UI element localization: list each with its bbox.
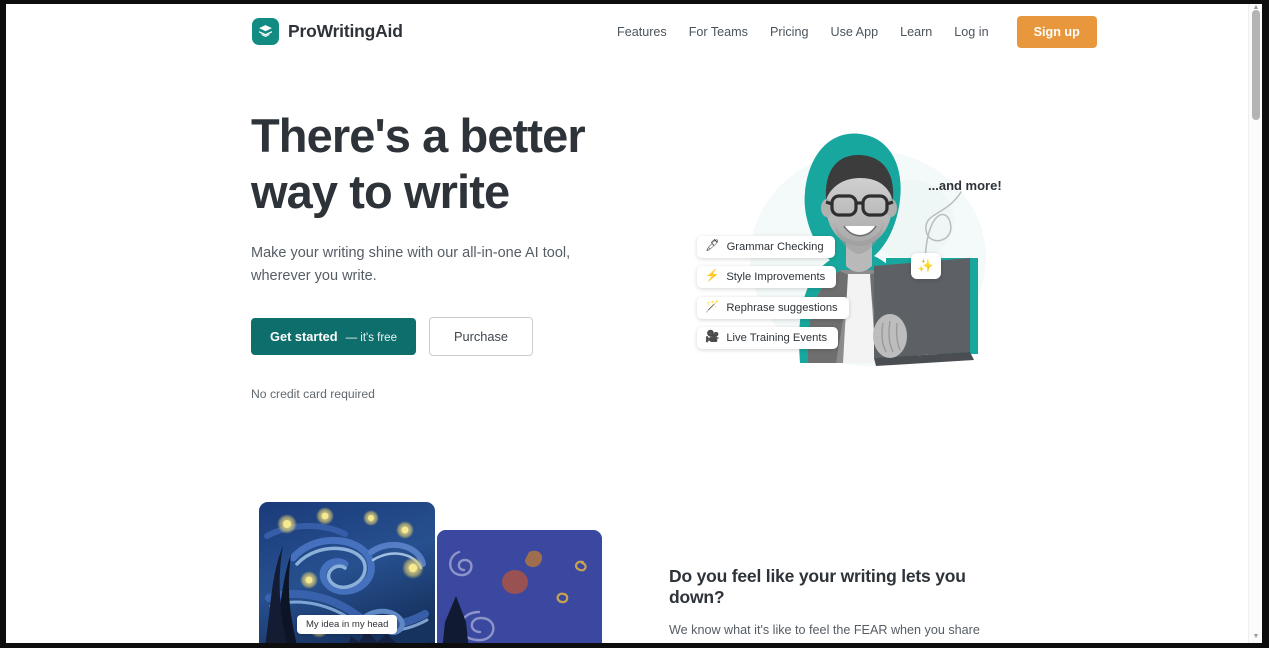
get-started-button[interactable]: Get started — it's free <box>251 318 416 355</box>
page-title: There's a better way to write <box>251 108 631 220</box>
nav-item-features[interactable]: Features <box>606 17 678 47</box>
brand-name: ProWritingAid <box>288 21 403 41</box>
browser-window: ProWritingAid Features For Teams Pricing… <box>0 0 1269 648</box>
flat-drawing-panel <box>437 530 602 643</box>
brand-logo[interactable]: ProWritingAid <box>252 18 403 45</box>
hero-title-line-1: There's a better <box>251 109 586 162</box>
comparison-artwork: My idea in my head <box>252 502 602 643</box>
hero-subtitle: Make your writing shine with our all-in-… <box>251 245 571 284</box>
starry-panel-caption: My idea in my head <box>297 615 398 634</box>
nav-item-for-teams[interactable]: For Teams <box>678 17 759 47</box>
hero-footnote: No credit card required <box>251 387 375 401</box>
stacked-books-icon <box>252 18 279 45</box>
lower-section-body: We know what it's like to feel the FEAR … <box>669 623 998 643</box>
feature-chip-label: Grammar Checking <box>726 241 824 253</box>
lower-section: Do you feel like your writing lets you d… <box>669 566 1019 643</box>
sign-up-button[interactable]: Sign up <box>1016 16 1097 48</box>
nav-item-use-app[interactable]: Use App <box>819 17 889 47</box>
feature-chip-label: Rephrase suggestions <box>726 302 838 314</box>
lower-section-title: Do you feel like your writing lets you d… <box>669 566 966 607</box>
nav-item-log-in[interactable]: Log in <box>943 17 999 47</box>
web-page: ProWritingAid Features For Teams Pricing… <box>6 4 1248 643</box>
scrollbar-thumb[interactable] <box>1252 10 1260 120</box>
feature-chip-live-training-events: 🎥 Live Training Events <box>697 327 839 349</box>
feature-chip-label: Live Training Events <box>726 332 828 344</box>
nav-item-pricing[interactable]: Pricing <box>759 17 820 47</box>
sparkle-icon: ✨ <box>911 253 941 279</box>
purchase-button[interactable]: Purchase <box>428 317 534 356</box>
lightning-bolt-icon: ⚡ <box>705 270 720 283</box>
scroll-down-arrow-icon[interactable]: ▼ <box>1252 633 1260 641</box>
magic-wand-icon: 🪄 <box>705 301 720 314</box>
vertical-scrollbar[interactable]: ▲ ▼ <box>1248 4 1262 643</box>
feature-chip-grammar-checking: 🖋 Grammar Checking <box>697 236 835 258</box>
get-started-label: Get started <box>270 329 338 344</box>
feature-chip-style-improvements: ⚡ Style Improvements <box>697 266 837 288</box>
hero-actions: Get started — it's free Purchase <box>251 317 631 356</box>
get-started-note: — it's free <box>345 332 397 344</box>
quill-pen-icon: 🖋 <box>705 240 720 253</box>
hero-section: There's a better way to write Make your … <box>251 108 631 401</box>
feature-chip-label: Style Improvements <box>726 271 826 283</box>
movie-camera-icon: 🎥 <box>705 331 720 344</box>
hero-title-line-2: way to write <box>251 165 510 218</box>
main-navigation: Features For Teams Pricing Use App Learn… <box>606 16 1097 48</box>
nav-item-learn[interactable]: Learn <box>889 17 943 47</box>
feature-chip-rephrase-suggestions: 🪄 Rephrase suggestions <box>697 297 849 319</box>
hero-illustration: 🖋 Grammar Checking ⚡ Style Improvements … <box>678 108 1023 393</box>
browser-viewport: ProWritingAid Features For Teams Pricing… <box>6 4 1262 643</box>
site-header: ProWritingAid Features For Teams Pricing… <box>6 4 1248 61</box>
and-more-label: ...and more! <box>928 178 1002 193</box>
